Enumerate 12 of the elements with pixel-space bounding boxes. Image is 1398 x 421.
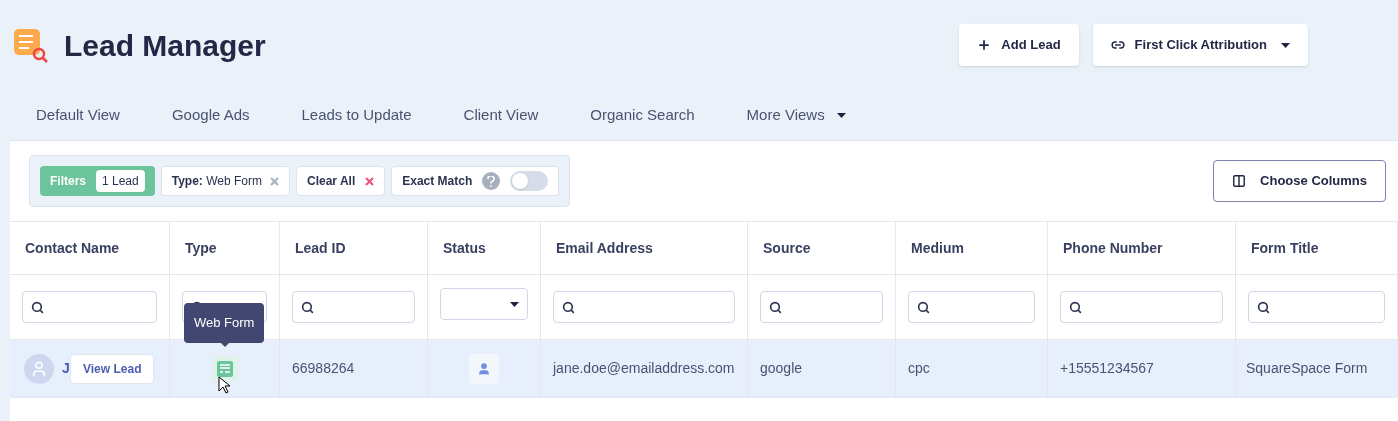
exact-match-label: Exact Match	[402, 173, 473, 190]
email-address: jane.doe@emailaddress.com	[553, 359, 735, 378]
filters-label: Filters	[50, 173, 86, 190]
page-title: Lead Manager	[64, 27, 266, 64]
source: google	[760, 359, 803, 378]
lead-id: 66988264	[292, 359, 355, 378]
phone-number: +15551234567	[1060, 359, 1154, 378]
medium: cpc	[908, 359, 930, 378]
form-title: SquareSpace Form	[1246, 359, 1368, 378]
filter-text: Type: Web Form	[171, 173, 262, 190]
lead-count: 1 Lead	[96, 170, 145, 192]
tooltip: Web Form	[184, 303, 265, 343]
